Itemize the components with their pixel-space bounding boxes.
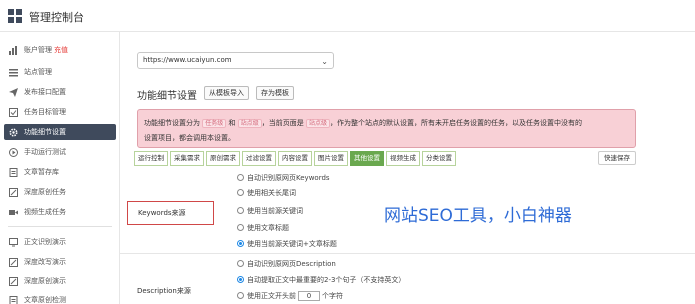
radio-button-checked[interactable] (237, 276, 244, 283)
tab-category-settings[interactable]: 分类设置 (422, 151, 456, 166)
gear-icon (8, 127, 18, 137)
tab-filter-settings[interactable]: 过滤设置 (242, 151, 276, 166)
sidebar-item-label: 任务目标管理 (24, 108, 66, 116)
alert-line-1: 功能细节设置分为 任务级 和 站点级 ，当前页面是 站点级 ，作为整个站点的默认设置… (144, 119, 582, 128)
radio-button[interactable] (237, 260, 244, 267)
list-icon (8, 67, 18, 77)
description-option[interactable]: 自动识别原网页Description (237, 258, 336, 269)
keywords-option[interactable]: 自动识别原网页Keywords (237, 172, 330, 183)
description-source-label: Description来源 (137, 287, 191, 295)
edit-icon (8, 187, 18, 197)
radio-button-checked[interactable] (237, 240, 244, 247)
sidebar-item-article-store[interactable]: 文章暂存库 (8, 164, 118, 180)
radio-button[interactable] (237, 224, 244, 231)
sidebar-item-label: 账户管理 (24, 46, 52, 54)
keywords-source-label: Keywords来源 (127, 201, 214, 225)
promo-watermark: 网站SEO工具，小白神器 (384, 206, 572, 226)
radio-button[interactable] (237, 292, 244, 299)
tab-run-control[interactable]: 运行控制 (134, 151, 168, 166)
sidebar-item-feature-settings[interactable]: 功能细节设置 (4, 124, 116, 140)
tab-collect-needs[interactable]: 采集需求 (170, 151, 204, 166)
site-select[interactable]: https://www.ucaiyun.com ⌄ (137, 52, 334, 69)
sidebar-divider (8, 226, 112, 227)
play-icon (8, 147, 18, 157)
main-panel: https://www.ucaiyun.com ⌄ 功能细节设置 从模板导入 存… (120, 32, 695, 304)
sidebar-item-label: 发布接口配置 (24, 88, 66, 96)
document-icon (8, 295, 18, 304)
sidebar-item-deep-original-demo[interactable]: 深度原创演示 (8, 273, 118, 289)
sidebar-item-label: 站点管理 (24, 68, 52, 76)
keywords-option[interactable]: 使用相关长尾词 (237, 187, 296, 198)
send-icon (8, 87, 18, 97)
info-alert: 功能细节设置分为 任务级 和 站点级 ，当前页面是 站点级 ，作为整个站点的默认设置… (137, 109, 636, 148)
radio-button[interactable] (237, 207, 244, 214)
site-select-value: https://www.ucaiyun.com (143, 56, 232, 64)
section-title: 功能细节设置 (137, 91, 197, 102)
site-level-chip-current: 站点级 (305, 119, 330, 128)
top-bar: 管理控制台 (0, 0, 695, 32)
monitor-icon (8, 237, 18, 247)
settings-tabs: 运行控制 采集需求 原创需求 过滤设置 内容设置 图片设置 其他设置 视频生成 … (134, 151, 458, 166)
sidebar-item-deep-original-task[interactable]: 深度原创任务 (8, 184, 118, 200)
tab-content-settings[interactable]: 内容设置 (278, 151, 312, 166)
sidebar-item-originality-check[interactable]: 文章原创检测 (8, 292, 118, 304)
edit-icon (8, 257, 18, 267)
keywords-option[interactable]: 使用当前源关键词 (237, 205, 303, 216)
keywords-option[interactable]: 使用文章标题 (237, 222, 289, 233)
edit-icon (8, 276, 18, 286)
description-option[interactable]: 自动提取正文中最重要的2-3个句子（不支持英文） (237, 274, 405, 285)
sidebar-item-account[interactable]: 账户管理 充值 (8, 42, 118, 58)
keywords-option[interactable]: 使用当前源关键词+文章标题 (237, 238, 337, 249)
section-divider (120, 253, 695, 254)
site-level-chip: 站点级 (237, 119, 262, 128)
sidebar-item-sites[interactable]: 站点管理 (8, 64, 118, 80)
sidebar-item-label: 功能细节设置 (24, 128, 66, 136)
chevron-down-icon: ⌄ (321, 57, 328, 66)
sidebar-item-targets[interactable]: 任务目标管理 (8, 104, 118, 120)
char-count-input[interactable]: 0 (298, 290, 320, 301)
radio-button[interactable] (237, 174, 244, 181)
app-title: 管理控制台 (29, 11, 84, 24)
tab-other-settings[interactable]: 其他设置 (350, 151, 384, 166)
import-template-button[interactable]: 从模板导入 (204, 86, 249, 100)
video-icon (8, 207, 18, 217)
save-template-button[interactable]: 存为模板 (256, 86, 294, 100)
sidebar-item-label: 深度原创演示 (24, 277, 66, 285)
sidebar-item-label: 正文识别演示 (24, 238, 66, 246)
sidebar-item-label: 文章暂存库 (24, 168, 59, 176)
sidebar-item-label: 深度改写演示 (24, 258, 66, 266)
sidebar-item-label: 手动运行测试 (24, 148, 66, 156)
sidebar-item-text-recognition-demo[interactable]: 正文识别演示 (8, 234, 118, 250)
radio-button[interactable] (237, 189, 244, 196)
sidebar-item-publish-api[interactable]: 发布接口配置 (8, 84, 118, 100)
tab-original-needs[interactable]: 原创需求 (206, 151, 240, 166)
document-icon (8, 167, 18, 177)
tab-video-generation[interactable]: 视频生成 (386, 151, 420, 166)
quick-save-button[interactable]: 快速保存 (598, 151, 636, 165)
description-option[interactable]: 使用正文开头前 0 个字符 (237, 290, 343, 301)
sidebar: 账户管理 充值 站点管理 发布接口配置 任务目标管理 功能细节设置 手动运行测试… (0, 32, 120, 304)
tab-image-settings[interactable]: 图片设置 (314, 151, 348, 166)
task-level-chip: 任务级 (202, 119, 227, 128)
sidebar-item-label: 视频生成任务 (24, 208, 66, 216)
recharge-link[interactable]: 充值 (54, 45, 68, 55)
logo-icon (8, 9, 22, 23)
bar-chart-icon (8, 45, 18, 55)
sidebar-item-label: 深度原创任务 (24, 188, 66, 196)
sidebar-item-manual-run[interactable]: 手动运行测试 (8, 144, 118, 160)
alert-line-2: 设置项目，都会调用本设置。 (144, 134, 235, 142)
sidebar-item-label: 文章原创检测 (24, 296, 66, 304)
checklist-icon (8, 107, 18, 117)
sidebar-item-deep-rewrite-demo[interactable]: 深度改写演示 (8, 254, 118, 270)
sidebar-item-video-task[interactable]: 视频生成任务 (8, 204, 118, 220)
